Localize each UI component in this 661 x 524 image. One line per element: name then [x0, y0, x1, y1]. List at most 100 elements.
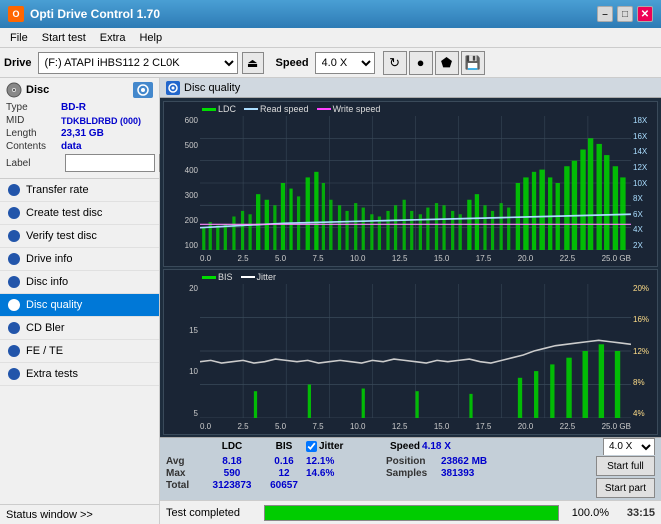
- save-drive-button[interactable]: 💾: [461, 51, 485, 75]
- total-bis-value: 60657: [262, 480, 306, 491]
- menu-file[interactable]: File: [4, 30, 34, 46]
- sidebar-item-fe-te[interactable]: FE / TE: [0, 340, 159, 363]
- charts-area: LDC Read speed Write speed 600 500 400: [160, 98, 661, 437]
- max-label: Max: [166, 468, 202, 479]
- nav-label-verify-test-disc: Verify test disc: [26, 230, 97, 242]
- nav-icon-disc-quality: [8, 299, 20, 311]
- start-part-button[interactable]: Start part: [596, 478, 655, 498]
- sidebar-item-verify-test-disc[interactable]: Verify test disc: [0, 225, 159, 248]
- avg-label: Avg: [166, 456, 202, 467]
- legend-jitter-item: Jitter: [241, 272, 277, 282]
- content-area: Disc quality LDC Read speed: [160, 78, 661, 524]
- status-window-label: Status window >>: [6, 509, 93, 521]
- refresh-button[interactable]: ↻: [383, 51, 407, 75]
- nav-icon-verify-test-disc: [8, 230, 20, 242]
- progress-area: Test completed 100.0% 33:15: [160, 500, 661, 524]
- speed-select[interactable]: 4.0 X: [315, 52, 375, 74]
- drive-select[interactable]: (F:) ATAPI iHBS112 2 CL0K: [38, 52, 238, 74]
- chart1-svg: [200, 116, 631, 250]
- main: Disc Type BD-R MID TDKBLDRBD (000) Lengt…: [0, 78, 661, 524]
- close-button[interactable]: ✕: [637, 6, 653, 22]
- start-full-button[interactable]: Start full: [596, 456, 655, 476]
- nav-label-transfer-rate: Transfer rate: [26, 184, 89, 196]
- progress-time: 33:15: [617, 507, 655, 519]
- nav-icon-fe-te: [8, 345, 20, 357]
- speed-display-val: 4.18 X: [422, 441, 451, 452]
- menu-start-test[interactable]: Start test: [36, 30, 92, 46]
- lock-button[interactable]: ⬟: [435, 51, 459, 75]
- nav-label-fe-te: FE / TE: [26, 345, 63, 357]
- disc-label-input[interactable]: [65, 154, 155, 172]
- avg-jitter-value: 12.1%: [306, 456, 386, 467]
- sidebar-item-drive-info[interactable]: Drive info: [0, 248, 159, 271]
- minimize-button[interactable]: –: [597, 6, 613, 22]
- progress-percent: 100.0%: [567, 507, 609, 519]
- nav-icon-drive-info: [8, 253, 20, 265]
- disc-header-left: Disc: [6, 82, 49, 98]
- disc-quality-header: Disc quality: [160, 78, 661, 98]
- legend-read-speed-item: Read speed: [244, 104, 309, 114]
- sidebar: Disc Type BD-R MID TDKBLDRBD (000) Lengt…: [0, 78, 160, 524]
- sidebar-item-disc-info[interactable]: Disc info: [0, 271, 159, 294]
- legend-ldc-item: LDC: [202, 104, 236, 114]
- legend-bis-item: BIS: [202, 272, 233, 282]
- sidebar-item-transfer-rate[interactable]: Transfer rate: [0, 179, 159, 202]
- disc-type-label: Type: [6, 102, 61, 113]
- app-title: Opti Drive Control 1.70: [30, 7, 160, 21]
- avg-ldc-value: 8.18: [202, 456, 262, 467]
- app-icon: O: [8, 6, 24, 22]
- sidebar-item-cd-bler[interactable]: CD Bler: [0, 317, 159, 340]
- eject-button[interactable]: ⏏: [242, 52, 264, 74]
- nav-icon-extra-tests: [8, 368, 20, 380]
- disc-panel: Disc Type BD-R MID TDKBLDRBD (000) Lengt…: [0, 78, 159, 179]
- nav-icon-cd-bler: [8, 322, 20, 334]
- col-header-ldc: LDC: [202, 441, 262, 452]
- samples-label: Samples: [386, 468, 441, 479]
- sidebar-item-create-test-disc[interactable]: Create test disc: [0, 202, 159, 225]
- disc-type-row: Type BD-R: [6, 102, 153, 113]
- drivebar: Drive (F:) ATAPI iHBS112 2 CL0K ⏏ Speed …: [0, 48, 661, 78]
- titlebar: O Opti Drive Control 1.70 – □ ✕: [0, 0, 661, 28]
- maximize-button[interactable]: □: [617, 6, 633, 22]
- chart2-svg: [200, 284, 631, 418]
- sidebar-item-extra-tests[interactable]: Extra tests: [0, 363, 159, 386]
- drivebar-icons: ↻ ● ⬟ 💾: [383, 51, 485, 75]
- jitter-checkbox[interactable]: [306, 441, 317, 452]
- sidebar-item-disc-quality[interactable]: Disc quality: [0, 294, 159, 317]
- disc-quality-title: Disc quality: [184, 82, 240, 94]
- disc-label-row: Label ⚙: [6, 154, 153, 172]
- nav-label-drive-info: Drive info: [26, 253, 72, 265]
- status-window-button[interactable]: Status window >>: [0, 504, 159, 524]
- position-value: 23862 MB: [441, 456, 487, 467]
- nav-items: Transfer rate Create test disc Verify te…: [0, 179, 159, 504]
- progress-bar: [264, 505, 559, 521]
- position-label: Position: [386, 456, 441, 467]
- avg-bis-value: 0.16: [262, 456, 306, 467]
- total-label: Total: [166, 480, 202, 491]
- nav-label-extra-tests: Extra tests: [26, 368, 78, 380]
- drive-label: Drive: [4, 57, 32, 69]
- disc-mid-row: MID TDKBLDRBD (000): [6, 115, 153, 126]
- menu-extra[interactable]: Extra: [94, 30, 132, 46]
- disc-header-title: Disc: [26, 84, 49, 96]
- samples-value: 381393: [441, 468, 474, 479]
- disc-button[interactable]: ●: [409, 51, 433, 75]
- disc-length-row: Length 23,31 GB: [6, 128, 153, 139]
- disc-mid-label: MID: [6, 115, 61, 126]
- progress-bar-fill: [265, 506, 558, 520]
- disc-contents-value: data: [61, 141, 82, 152]
- speed-label: Speed: [276, 57, 309, 69]
- titlebar-buttons: – □ ✕: [597, 6, 653, 22]
- status-completed-text: Test completed: [166, 507, 256, 519]
- nav-label-disc-quality: Disc quality: [26, 299, 82, 311]
- max-bis-value: 12: [262, 468, 306, 479]
- disc-panel-icon: [133, 82, 153, 98]
- nav-label-create-test-disc: Create test disc: [26, 207, 102, 219]
- menu-help[interactable]: Help: [133, 30, 168, 46]
- start-buttons: Start full Start part: [596, 456, 655, 498]
- disc-length-label: Length: [6, 128, 61, 139]
- nav-label-cd-bler: CD Bler: [26, 322, 65, 334]
- max-jitter-value: 14.6%: [306, 468, 386, 479]
- speed-quality-select[interactable]: 4.0 X: [603, 438, 655, 456]
- col-header-jitter: Jitter: [319, 441, 343, 452]
